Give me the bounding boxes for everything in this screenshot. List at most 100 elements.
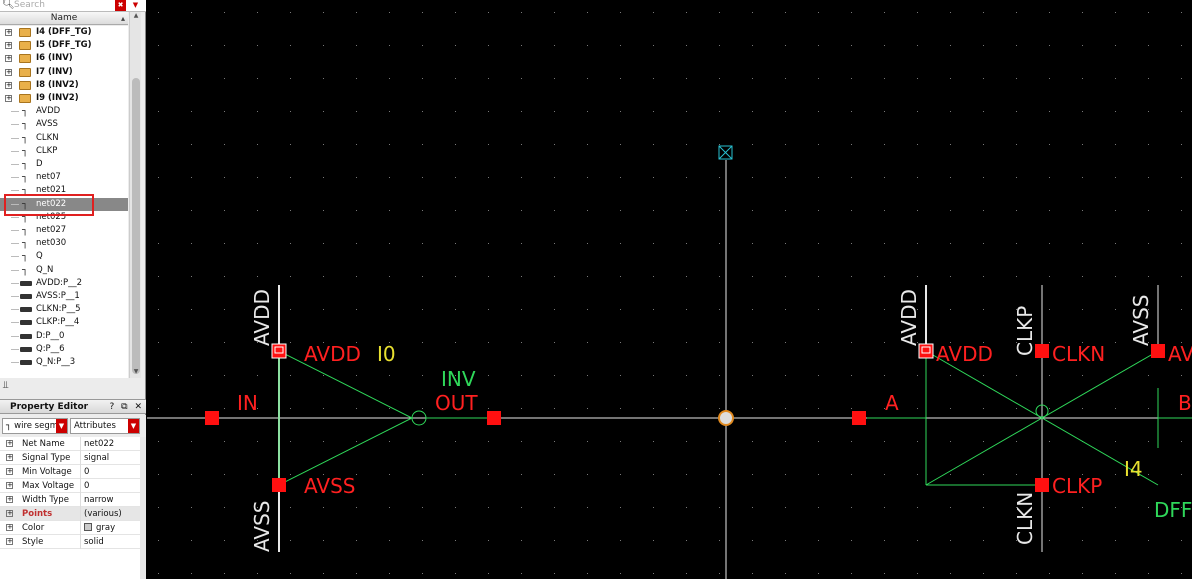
tree-net-item[interactable]: ┐ AVDD	[0, 105, 128, 118]
grid-dot	[884, 342, 885, 343]
expand-icon[interactable]: +	[5, 42, 12, 50]
expand-icon[interactable]: +	[6, 468, 13, 475]
grid-dot	[851, 474, 852, 475]
scroll-thumb[interactable]	[132, 78, 140, 374]
expand-icon[interactable]: +	[5, 81, 12, 89]
search-options-dropdown[interactable]: ▼	[129, 0, 142, 11]
tree-pin-item[interactable]: CLKP:P__4	[0, 316, 128, 329]
expand-icon[interactable]: +	[6, 440, 13, 447]
property-value[interactable]: gray	[84, 521, 115, 535]
grid-dot	[389, 210, 390, 211]
tree-scrollbar[interactable]: ▲ ▼	[129, 12, 141, 378]
tree-net-item[interactable]: ┐ CLKN	[0, 132, 128, 145]
inv-pin-avss[interactable]	[272, 478, 286, 492]
grid-dot	[1181, 573, 1182, 574]
tree-column-header[interactable]: Name ▴	[0, 12, 128, 25]
inv-pin-out[interactable]	[487, 411, 501, 425]
expand-icon[interactable]: +	[5, 95, 12, 102]
dff-pin-avss[interactable]	[1151, 344, 1165, 358]
tree-pin-item[interactable]: CLKN:P__5	[0, 303, 128, 316]
property-value[interactable]: narrow	[84, 493, 113, 507]
hierarchy-icon[interactable]: ⫫	[3, 380, 9, 391]
expand-icon[interactable]: +	[6, 482, 13, 489]
tree-net-item[interactable]: ┐ Q	[0, 250, 128, 263]
dff-pin-clkp[interactable]	[1035, 478, 1049, 492]
schematic-canvas[interactable]: AVDD AVSS AVDD I0 IN INV OUT AVSS AVDD C…	[147, 0, 1192, 579]
tree-net-item[interactable]: ┐ net07	[0, 171, 128, 184]
expand-icon[interactable]: +	[6, 538, 13, 545]
wire-junction[interactable]	[718, 410, 734, 426]
tree-pin-item[interactable]: D:P__0	[0, 330, 128, 343]
tree-pin-item[interactable]: Q_N:P__3	[0, 356, 128, 369]
property-value[interactable]: 0	[84, 465, 89, 479]
property-scrollbar[interactable]	[140, 437, 146, 579]
close-icon[interactable]: ✕	[134, 402, 144, 412]
property-row[interactable]: + Style solid	[0, 535, 140, 549]
tree-net-item[interactable]: ┐ AVSS	[0, 118, 128, 131]
dff-pin-avdd[interactable]	[918, 343, 934, 359]
tree-instance-item[interactable]: + I4 (DFF_TG)	[0, 26, 128, 39]
tree-instance-item[interactable]: + I6 (INV)	[0, 52, 128, 65]
tree-net-item[interactable]: ┐ net027	[0, 224, 128, 237]
tree-instance-item[interactable]: + I5 (DFF_TG)	[0, 39, 128, 52]
tree-instance-item[interactable]: + I9 (INV2)	[0, 92, 128, 105]
property-value[interactable]: net022	[84, 437, 114, 451]
expand-icon[interactable]: +	[5, 68, 12, 76]
tree-net-item[interactable]: ┐ net030	[0, 237, 128, 250]
property-row[interactable]: + Net Name net022	[0, 437, 140, 451]
tree-pin-item[interactable]: AVDD:P__2	[0, 277, 128, 290]
mode-select[interactable]: Attributes ▼	[70, 418, 140, 434]
grid-dot	[389, 507, 390, 508]
dff-instance-name: I4	[1124, 457, 1143, 481]
tree-instance-item[interactable]: + I7 (INV)	[0, 66, 128, 79]
clear-search-button[interactable]: ✖	[115, 0, 126, 11]
property-value[interactable]: 0	[84, 479, 89, 493]
grid-dot	[851, 78, 852, 79]
dff-pin-a[interactable]	[852, 411, 866, 425]
grid-dot	[323, 309, 324, 310]
grid-dot	[851, 309, 852, 310]
grid-dot	[719, 441, 720, 442]
property-row[interactable]: + Max Voltage 0	[0, 479, 140, 493]
property-row[interactable]: + Points (various)	[0, 507, 140, 521]
tree-pin-item[interactable]: Q:P__6	[0, 343, 128, 356]
expand-icon[interactable]: +	[6, 524, 13, 531]
grid-dot	[422, 342, 423, 343]
help-icon[interactable]: ?	[109, 402, 116, 412]
tree-net-item[interactable]: ┐ CLKP	[0, 145, 128, 158]
grid-dot	[224, 309, 225, 310]
property-value[interactable]: solid	[84, 535, 104, 549]
property-value[interactable]: (various)	[84, 507, 122, 521]
inv-pin-in[interactable]	[205, 411, 219, 425]
grid-dot	[950, 309, 951, 310]
expand-icon[interactable]: +	[5, 29, 12, 36]
tree-net-item[interactable]: ┐ Q_N	[0, 264, 128, 277]
property-row[interactable]: + Color gray	[0, 521, 140, 535]
object-type-select[interactable]: ┐ wire segm ▼	[2, 418, 68, 434]
property-row[interactable]: + Signal Type signal	[0, 451, 140, 465]
grid-dot	[884, 276, 885, 277]
property-row[interactable]: + Min Voltage 0	[0, 465, 140, 479]
inv-pin-avdd[interactable]	[271, 343, 287, 359]
float-icon[interactable]: ⧉	[121, 402, 129, 412]
expand-icon[interactable]: +	[6, 496, 13, 503]
grid-dot	[950, 507, 951, 508]
expand-icon[interactable]: +	[6, 454, 13, 461]
expand-icon[interactable]: +	[6, 510, 13, 517]
dff-pin-clkn[interactable]	[1035, 344, 1049, 358]
property-value[interactable]: signal	[84, 451, 109, 465]
grid-dot	[686, 474, 687, 475]
grid-dot	[1049, 144, 1050, 145]
grid-dot	[983, 210, 984, 211]
scroll-up-icon[interactable]: ▲	[130, 12, 142, 22]
property-row[interactable]: + Width Type narrow	[0, 493, 140, 507]
grid-dot	[1115, 309, 1116, 310]
scroll-down-icon[interactable]: ▼	[130, 368, 142, 378]
expand-icon[interactable]: +	[5, 55, 12, 63]
tree-instance-item[interactable]: + I8 (INV2)	[0, 79, 128, 92]
tree-item-label: AVDD	[36, 106, 61, 117]
tree-net-item[interactable]: ┐ D	[0, 158, 128, 171]
grid-dot	[752, 507, 753, 508]
tree-pin-item[interactable]: AVSS:P__1	[0, 290, 128, 303]
search-input[interactable]: Search	[14, 0, 45, 11]
